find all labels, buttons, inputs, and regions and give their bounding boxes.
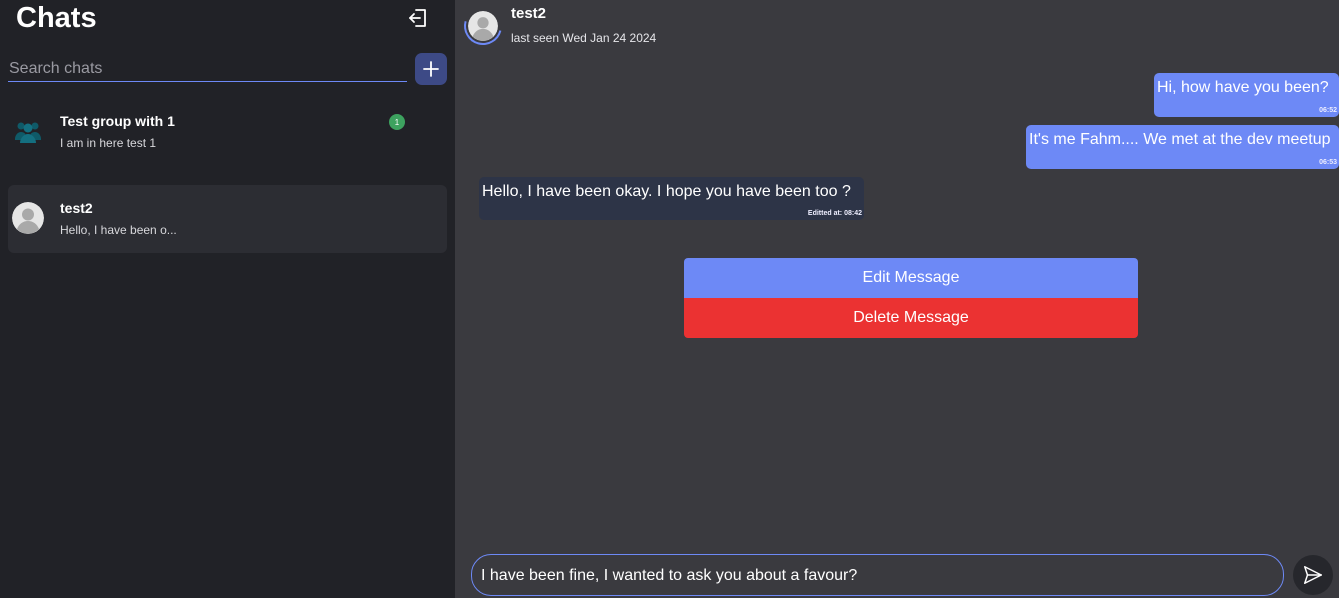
chat-header: test2 last seen Wed Jan 24 2024 (455, 0, 1339, 52)
message-time: 06:52 (1319, 107, 1337, 114)
send-icon (1304, 566, 1322, 584)
chat-list-item[interactable]: test2 Hello, I have been o... (8, 185, 447, 253)
logout-button[interactable] (406, 6, 430, 30)
chat-name: Test group with 1 (60, 113, 175, 129)
edit-message-button[interactable]: Edit Message (684, 258, 1138, 298)
search-input[interactable] (8, 58, 407, 80)
message-edited-time: Editted at: 08:42 (807, 210, 862, 217)
contact-avatar[interactable] (457, 0, 509, 52)
plus-icon (423, 61, 439, 77)
sidebar: Chats Test group with 1 I am in h (0, 0, 455, 598)
logout-icon (409, 9, 426, 27)
contact-status: last seen Wed Jan 24 2024 (511, 31, 657, 45)
user-avatar-icon (12, 202, 44, 234)
unread-badge: 1 (389, 114, 405, 130)
message-text: Hello, I have been okay. I hope you have… (482, 183, 851, 200)
search-field (8, 58, 407, 82)
message-text: It's me Fahm.... We met at the dev meetu… (1029, 131, 1331, 148)
message-text: Hi, how have you been? (1157, 79, 1329, 96)
chat-preview: I am in here test 1 (60, 136, 157, 150)
user-avatar-icon (468, 11, 498, 41)
message-bubble-outgoing[interactable]: Hi, how have you been? 06:52 (1154, 73, 1339, 117)
message-input[interactable] (481, 566, 1271, 586)
message-bubble-outgoing[interactable]: It's me Fahm.... We met at the dev meetu… (1026, 125, 1339, 169)
group-avatar-icon (12, 115, 44, 147)
contact-name: test2 (511, 5, 547, 22)
chat-name: test2 (60, 200, 93, 216)
message-time: 06:53 (1319, 159, 1337, 166)
message-composer (471, 554, 1284, 596)
message-action-menu: Edit Message Delete Message (684, 258, 1138, 338)
new-chat-button[interactable] (415, 53, 447, 85)
chat-list-item[interactable]: Test group with 1 I am in here test 1 1 (8, 98, 447, 166)
sidebar-title: Chats (16, 2, 97, 34)
chat-preview: Hello, I have been o... (60, 223, 177, 237)
delete-message-button[interactable]: Delete Message (684, 298, 1138, 338)
send-button[interactable] (1293, 555, 1333, 595)
message-bubble-incoming[interactable]: Hello, I have been okay. I hope you have… (479, 177, 864, 220)
